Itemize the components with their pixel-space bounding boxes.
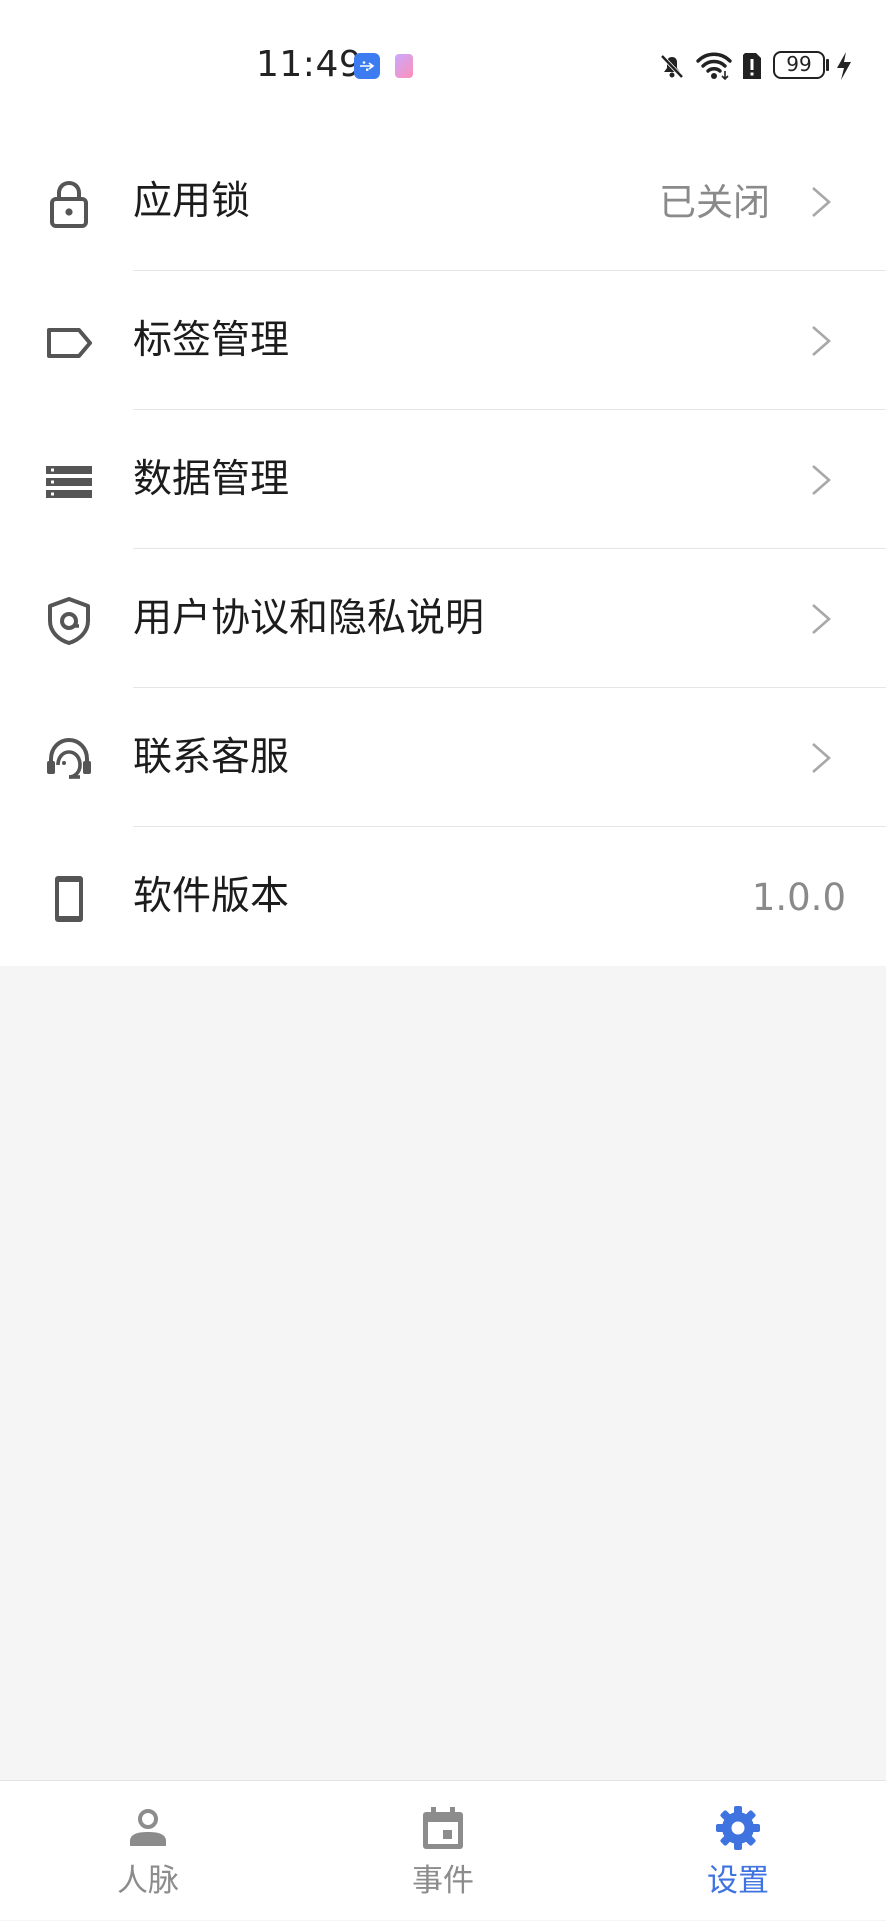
wifi-icon — [696, 52, 732, 81]
chevron-right-icon — [812, 465, 831, 495]
battery-icon: 99 — [773, 51, 825, 79]
battery-nub — [826, 59, 829, 71]
chevron-right-icon — [812, 604, 831, 634]
customer-service-icon — [47, 737, 91, 779]
lock-icon — [50, 180, 88, 228]
settings-item-label: 数据管理 — [133, 457, 290, 502]
settings-item-privacy-agreement[interactable]: 用户协议和隐私说明 — [0, 549, 886, 688]
settings-list: 应用锁 已关闭 标签管理 数据管理 用户协议和隐私说明 联系客服 软件版本 1.… — [0, 132, 886, 966]
sim-alert-icon — [743, 53, 761, 79]
settings-item-tag-management[interactable]: 标签管理 — [0, 271, 886, 410]
shield-icon — [48, 597, 90, 645]
phone-icon — [55, 876, 83, 922]
settings-item-contact-support[interactable]: 联系客服 — [0, 688, 886, 827]
settings-item-label: 联系客服 — [133, 735, 290, 780]
tab-contacts[interactable]: 人脉 — [58, 1781, 238, 1921]
calendar-icon — [423, 1807, 463, 1849]
tab-settings-label: 设置 — [707, 1863, 769, 1899]
status-bar: 11:49 99 — [0, 0, 886, 132]
settings-item-label: 应用锁 — [133, 179, 251, 224]
gear-icon — [716, 1806, 760, 1850]
settings-item-data-management[interactable]: 数据管理 — [0, 410, 886, 549]
settings-item-label: 软件版本 — [133, 874, 290, 919]
status-time: 11:49 — [256, 44, 363, 85]
tag-icon — [47, 328, 92, 358]
charging-icon — [837, 52, 851, 80]
settings-item-software-version: 软件版本 1.0.0 — [0, 827, 886, 966]
version-number: 1.0.0 — [751, 876, 846, 919]
chevron-right-icon — [812, 187, 831, 217]
app-lock-status: 已关闭 — [659, 181, 770, 224]
tab-settings[interactable]: 设置 — [648, 1781, 828, 1921]
person-icon — [130, 1809, 166, 1846]
settings-item-label: 用户协议和隐私说明 — [133, 596, 485, 641]
tab-contacts-label: 人脉 — [117, 1863, 179, 1899]
bottom-nav: 人脉 事件 设置 — [0, 1780, 886, 1920]
tab-events-label: 事件 — [412, 1863, 474, 1899]
tab-events[interactable]: 事件 — [353, 1781, 533, 1921]
usb-icon — [354, 53, 380, 79]
bell-muted-icon — [660, 54, 684, 79]
chevron-right-icon — [812, 326, 831, 356]
settings-item-label: 标签管理 — [133, 318, 290, 363]
settings-item-app-lock[interactable]: 应用锁 已关闭 — [0, 132, 886, 271]
app-notification-icon — [395, 54, 413, 78]
chevron-right-icon — [812, 743, 831, 773]
data-list-icon — [46, 466, 92, 498]
